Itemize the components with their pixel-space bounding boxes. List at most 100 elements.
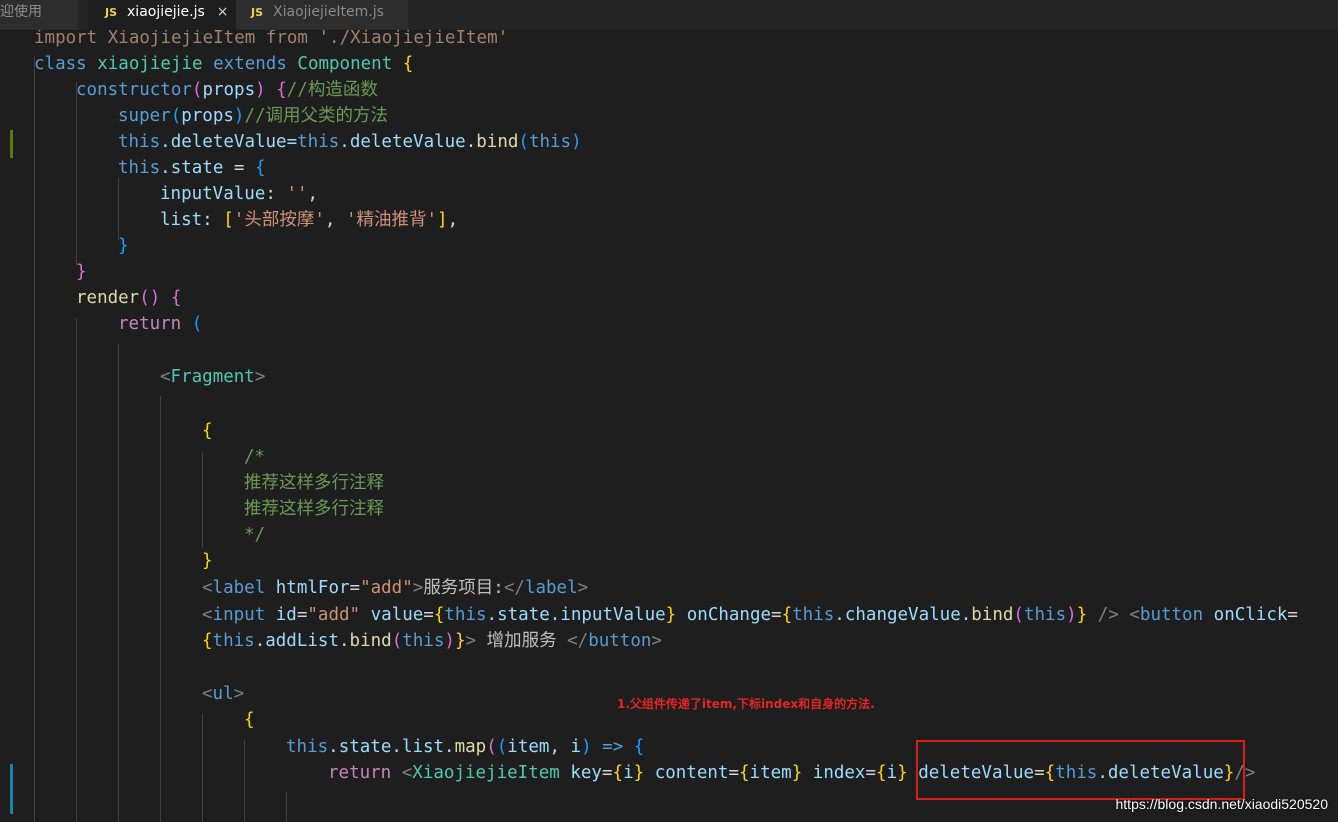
code-token: {: [276, 80, 287, 100]
code-token: .state: [160, 158, 224, 178]
code-token: =: [865, 763, 877, 783]
code-token: ul: [212, 684, 234, 704]
code-token: htmlFor: [265, 578, 350, 598]
close-icon[interactable]: ×: [217, 4, 229, 20]
code-token: }: [118, 236, 129, 256]
javascript-file-icon: JS: [105, 6, 118, 19]
code-token: value: [360, 605, 424, 625]
code-line-comment[interactable]: 推荐这样多行注释: [244, 496, 384, 522]
code-token: return: [328, 763, 392, 783]
indent-guide: [118, 178, 119, 240]
indent-guide: [244, 740, 245, 822]
javascript-file-icon: JS: [251, 6, 264, 19]
code-line-class[interactable]: class xiaojiejie extends Component {: [34, 51, 413, 77]
code-line-bind[interactable]: this.deleteValue=this.deleteValue.bind(t…: [118, 129, 582, 155]
tab-xiaojiejieitem-js-label: XiaojiejieItem.js: [273, 4, 384, 20]
code-token: onChange: [676, 605, 772, 625]
code-token: (: [191, 314, 203, 334]
code-token: =: [1287, 605, 1298, 625]
code-token: 服务项目:: [423, 578, 504, 598]
code-token: .state.inputValue: [486, 605, 666, 625]
code-line-ul-brace[interactable]: {: [244, 707, 255, 733]
code-token: [: [223, 210, 234, 230]
code-line-ul[interactable]: <ul>: [202, 681, 244, 707]
tab-xiaojiejie-js[interactable]: JS xiaojiejie.js ×: [88, 0, 236, 30]
code-token: {: [202, 631, 213, 651]
code-line-state[interactable]: this.state = {: [118, 155, 266, 181]
code-line-input[interactable]: <input id="add" value={this.state.inputV…: [202, 602, 1298, 628]
code-token: this: [528, 132, 572, 152]
code-line-comment-end[interactable]: */: [244, 522, 265, 548]
code-line-inputvalue[interactable]: inputValue: '',: [160, 181, 318, 207]
code-token: list: [160, 210, 203, 230]
code-token: XiaojiejieItem: [412, 763, 560, 783]
code-line-close-constructor[interactable]: }: [76, 259, 87, 285]
code-token: ,: [324, 210, 346, 230]
code-token: '头部按摩': [233, 210, 325, 230]
code-token: }: [665, 605, 677, 625]
code-line-render[interactable]: render() {: [76, 285, 181, 311]
code-token: (: [170, 106, 182, 126]
code-token: this: [118, 132, 161, 152]
code-line-fragment[interactable]: <Fragment>: [160, 364, 265, 390]
code-token: './XiaojiejieItem': [318, 30, 509, 48]
tab-xiaojiejieitem-js[interactable]: JS XiaojiejieItem.js: [236, 0, 408, 30]
code-token: <: [202, 578, 213, 598]
code-line-comment[interactable]: 推荐这样多行注释: [244, 470, 384, 496]
code-line-comment-start[interactable]: /*: [244, 444, 265, 470]
code-line-button[interactable]: {this.addList.bind(this)}> 增加服务 </button…: [202, 628, 662, 654]
code-line-super[interactable]: super(props)//调用父类的方法: [118, 103, 388, 129]
code-token: <: [202, 684, 213, 704]
code-line-close-state[interactable]: }: [118, 233, 129, 259]
code-line-label[interactable]: <label htmlFor="add">服务项目:</label>: [202, 575, 588, 601]
code-token: "add": [360, 578, 413, 598]
code-token: constructor: [76, 80, 192, 100]
code-token: i: [570, 737, 582, 757]
code-token: this: [1023, 605, 1067, 625]
code-token: label: [212, 578, 266, 598]
code-token: }: [897, 763, 908, 783]
indent-guide: [286, 792, 287, 822]
code-token: bind: [349, 631, 392, 651]
code-line-list[interactable]: list: ['头部按摩', '精油推背'],: [160, 207, 458, 233]
code-token: button: [588, 631, 652, 651]
code-token: {: [254, 158, 266, 178]
code-line-import[interactable]: import XiaojiejieItem from './Xiaojiejie…: [34, 30, 508, 51]
indent-guide: [202, 452, 203, 548]
code-token: =: [349, 578, 361, 598]
code-line-brace-open[interactable]: {: [202, 418, 213, 444]
code-comment: 推荐这样多行注释: [244, 473, 384, 493]
code-token: >: [254, 367, 266, 387]
code-line-return[interactable]: return (: [118, 311, 202, 337]
code-token: id: [265, 605, 297, 625]
tab-welcome[interactable]: 迎使用: [0, 0, 78, 30]
code-token: {: [612, 763, 624, 783]
code-line-brace-close[interactable]: }: [202, 548, 213, 574]
code-token: :: [202, 210, 224, 230]
code-token: return: [118, 314, 182, 334]
code-token: =: [728, 763, 739, 783]
code-token: map: [454, 737, 487, 757]
code-token: }: [76, 262, 87, 282]
code-token: this: [212, 631, 255, 651]
code-token: this: [286, 737, 329, 757]
code-token: >: [577, 578, 589, 598]
code-token: <: [202, 605, 213, 625]
indent-guide: [76, 318, 77, 822]
code-token: .addList.: [254, 631, 350, 651]
indent-guide: [34, 56, 35, 822]
code-token: render: [76, 288, 140, 308]
code-token: '精油推背': [345, 210, 438, 230]
code-token: inputValue: [160, 184, 266, 204]
code-token: class: [34, 54, 98, 74]
code-line-map[interactable]: this.state.list.map((item, i) => {: [286, 734, 644, 760]
annotation-note: 1.父组件传递了item,下标index和自身的方法.: [617, 697, 875, 711]
code-token: i: [886, 763, 898, 783]
code-token: </: [567, 631, 589, 651]
code-token: =: [601, 763, 613, 783]
code-token: }: [791, 763, 803, 783]
code-token: {: [876, 763, 887, 783]
code-token: content: [644, 763, 729, 783]
code-token: from: [255, 30, 319, 48]
code-line-constructor[interactable]: constructor(props) {//构造函数: [76, 77, 378, 103]
